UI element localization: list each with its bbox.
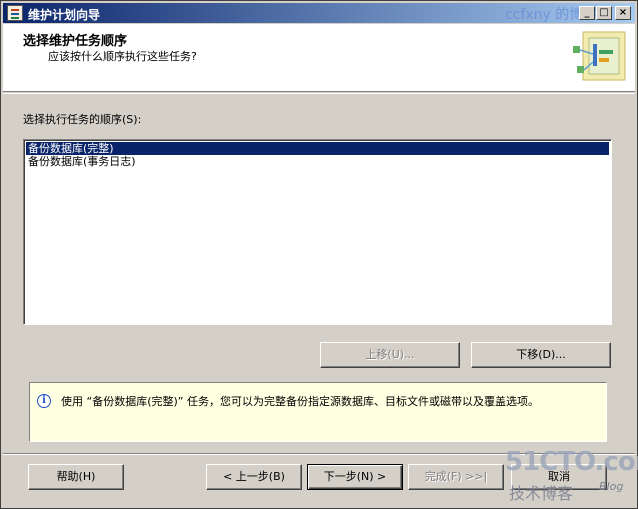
task-description: 使用 “备份数据库(完整)” 任务，您可以为完整备份指定源数据库、目标文件或磁带…: [61, 395, 539, 408]
wizard-header: 选择维护任务顺序 应该按什么顺序执行这些任务?: [3, 24, 635, 92]
minimize-icon[interactable]: _: [579, 6, 595, 20]
wizard-graphic-icon: [573, 31, 626, 81]
info-icon: i: [37, 394, 51, 408]
task-description-box: i 使用 “备份数据库(完整)” 任务，您可以为完整备份指定源数据库、目标文件或…: [29, 382, 607, 442]
blog-watermark-en: Blog: [599, 480, 624, 493]
site-watermark: 51CTO.com: [505, 447, 638, 477]
list-item[interactable]: 备份数据库(事务日志): [26, 155, 609, 168]
header-divider: [3, 93, 635, 94]
finish-button[interactable]: 完成(F) >>|: [408, 464, 504, 490]
window-title: 维护计划向导: [28, 8, 101, 22]
close-icon[interactable]: ×: [615, 6, 631, 20]
wizard-app-icon: [7, 5, 23, 21]
next-button[interactable]: 下一步(N) >: [307, 464, 403, 490]
move-down-button[interactable]: 下移(D)...: [471, 342, 611, 368]
help-button[interactable]: 帮助(H): [28, 464, 124, 490]
page-title: 选择维护任务顺序: [23, 34, 128, 49]
blog-watermark-cn: 技术博客: [509, 484, 574, 503]
task-list-label: 选择执行任务的顺序(S):: [23, 113, 142, 126]
back-button[interactable]: < 上一步(B): [206, 464, 302, 490]
list-item[interactable]: 备份数据库(完整): [26, 142, 609, 155]
wizard-window: 维护计划向导 ccfxny 的博客 _ □ × 选择维护任务顺序 应该按什么顺序…: [0, 0, 638, 509]
task-order-listbox[interactable]: 备份数据库(完整) 备份数据库(事务日志): [23, 139, 612, 325]
move-up-button[interactable]: 上移(U)...: [320, 342, 460, 368]
page-subtitle: 应该按什么顺序执行这些任务?: [48, 50, 197, 63]
title-bar[interactable]: 维护计划向导 ccfxny 的博客 _ □ ×: [3, 3, 635, 23]
maximize-icon[interactable]: □: [596, 6, 612, 20]
